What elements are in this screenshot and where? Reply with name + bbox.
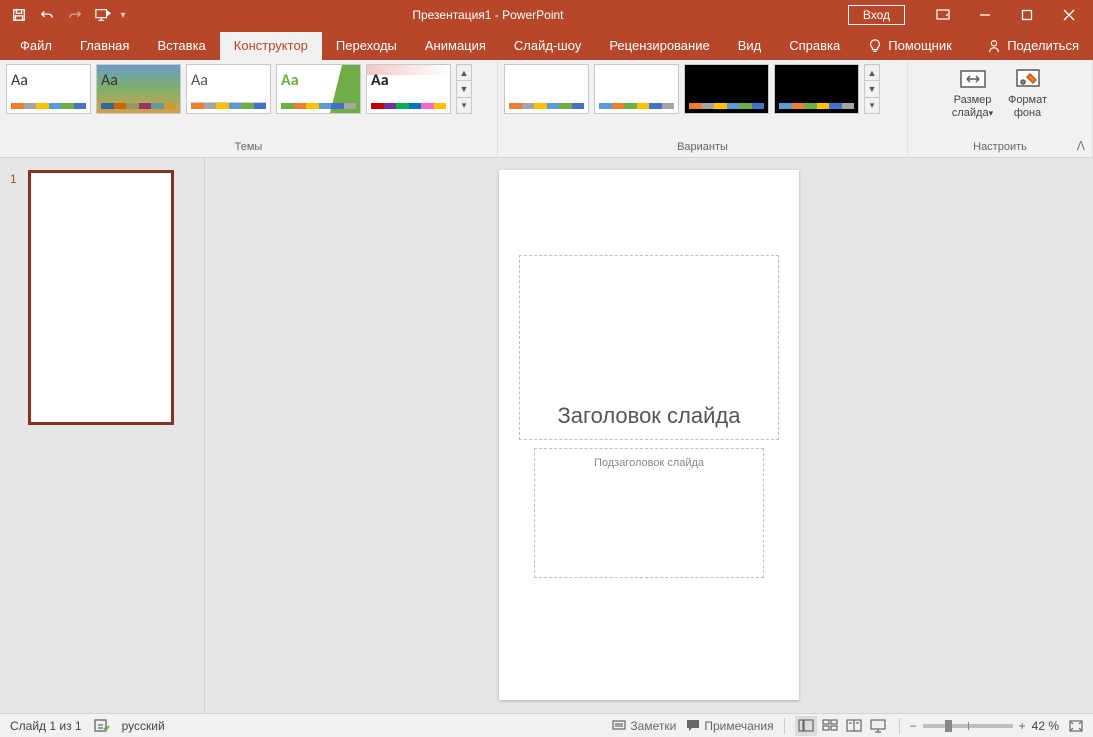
tab-slideshow[interactable]: Слайд-шоу [500, 32, 595, 60]
zoom-in-icon[interactable]: + [1019, 719, 1026, 733]
format-background-button[interactable]: Формат фона [1003, 64, 1053, 119]
qat-customize-icon[interactable]: ▾ [118, 10, 128, 21]
theme-thumb-3[interactable]: Aa [186, 64, 271, 114]
slide-sorter-view-icon[interactable] [819, 716, 841, 736]
spellcheck-icon[interactable] [94, 718, 110, 734]
thumbnail-slide-1[interactable] [28, 170, 174, 425]
lightbulb-icon [868, 39, 882, 53]
share-label: Поделиться [1007, 38, 1079, 53]
quick-access-toolbar: ▾ [0, 2, 128, 28]
tab-home[interactable]: Главная [66, 32, 143, 60]
slide-size-icon [959, 68, 987, 90]
variant-thumb-1[interactable] [504, 64, 589, 114]
themes-more[interactable]: ▲▼▾ [456, 64, 472, 114]
themes-group-label: Темы [6, 139, 491, 155]
variant-thumb-3[interactable] [684, 64, 769, 114]
thumbnail-number: 1 [10, 170, 28, 425]
zoom-out-icon[interactable]: − [910, 719, 917, 733]
window-title: Презентация1 - PowerPoint [128, 8, 848, 22]
language-indicator[interactable]: русский [122, 719, 165, 733]
thumbnail-row[interactable]: 1 [0, 170, 204, 425]
scroll-up-icon[interactable]: ▲ [865, 65, 879, 81]
normal-view-icon[interactable] [795, 716, 817, 736]
slide-size-button[interactable]: Размер слайда▾ [948, 64, 998, 119]
view-buttons [795, 716, 889, 736]
scroll-down-icon[interactable]: ▼ [457, 81, 471, 97]
comment-icon [686, 719, 700, 732]
zoom-slider-handle[interactable] [945, 720, 952, 732]
tab-animations[interactable]: Анимация [411, 32, 500, 60]
variants-group-label: Варианты [504, 139, 901, 155]
theme-thumb-2[interactable]: Aa [96, 64, 181, 114]
variants-more[interactable]: ▲▼▾ [864, 64, 880, 114]
undo-icon[interactable] [34, 2, 60, 28]
start-from-beginning-icon[interactable] [90, 2, 116, 28]
zoom-slider-track[interactable] [923, 724, 1013, 728]
tell-me-label: Помощник [888, 38, 952, 53]
work-area: 1 Заголовок слайда Подзаголовок слайда [0, 158, 1093, 713]
format-bg-icon [1015, 68, 1041, 90]
share-button[interactable]: Поделиться [973, 32, 1093, 60]
title-placeholder[interactable]: Заголовок слайда [519, 255, 779, 440]
theme-thumb-4[interactable]: Aa [276, 64, 361, 114]
tab-insert[interactable]: Вставка [143, 32, 219, 60]
subtitle-placeholder[interactable]: Подзаголовок слайда [534, 448, 764, 578]
reading-view-icon[interactable] [843, 716, 865, 736]
variant-thumb-2[interactable] [594, 64, 679, 114]
group-configure: Размер слайда▾ Формат фона Настроить [908, 60, 1093, 157]
comments-button[interactable]: Примечания [686, 719, 773, 733]
tab-design[interactable]: Конструктор [220, 32, 322, 60]
group-variants: ▲▼▾ Варианты [498, 60, 908, 157]
theme-thumb-1[interactable]: Aa [6, 64, 91, 114]
notes-button[interactable]: Заметки [612, 719, 676, 733]
maximize-icon[interactable] [1007, 0, 1047, 30]
slide-canvas-area[interactable]: Заголовок слайда Подзаголовок слайда [205, 158, 1093, 713]
theme-thumb-5[interactable]: Aa [366, 64, 451, 114]
tab-review[interactable]: Рецензирование [595, 32, 723, 60]
slide-thumbnails-pane[interactable]: 1 [0, 158, 205, 713]
ribbon-display-options-icon[interactable] [923, 0, 963, 30]
scroll-down-icon[interactable]: ▼ [865, 81, 879, 97]
fit-to-window-icon[interactable] [1069, 720, 1083, 732]
expand-icon[interactable]: ▾ [865, 98, 879, 113]
minimize-icon[interactable] [965, 0, 1005, 30]
redo-icon[interactable] [62, 2, 88, 28]
zoom-control: − + 42 % [910, 719, 1059, 733]
ribbon-body: Aa Aa Aa Aa Aa ▲▼▾ [0, 60, 1093, 158]
slideshow-view-icon[interactable] [867, 716, 889, 736]
group-themes: Aa Aa Aa Aa Aa ▲▼▾ [0, 60, 498, 157]
tell-me[interactable]: Помощник [854, 32, 966, 60]
zoom-level[interactable]: 42 % [1032, 719, 1059, 733]
status-bar: Слайд 1 из 1 русский Заметки Примечания … [0, 713, 1093, 737]
tab-transitions[interactable]: Переходы [322, 32, 411, 60]
variant-thumb-4[interactable] [774, 64, 859, 114]
slide[interactable]: Заголовок слайда Подзаголовок слайда [499, 170, 799, 700]
close-icon[interactable] [1049, 0, 1089, 30]
save-icon[interactable] [6, 2, 32, 28]
tab-file[interactable]: Файл [6, 32, 66, 60]
window-controls: Вход [848, 0, 1093, 30]
configure-group-label: Настроить [914, 139, 1086, 155]
login-button[interactable]: Вход [848, 5, 905, 25]
person-icon [987, 39, 1001, 53]
notes-icon [612, 720, 626, 732]
tab-view[interactable]: Вид [724, 32, 776, 60]
title-bar: ▾ Презентация1 - PowerPoint Вход [0, 0, 1093, 30]
expand-icon[interactable]: ▾ [457, 98, 471, 113]
collapse-ribbon-icon[interactable]: ᐱ [1077, 139, 1085, 153]
tab-help[interactable]: Справка [775, 32, 854, 60]
ribbon-tabs: Файл Главная Вставка Конструктор Переход… [0, 30, 1093, 60]
scroll-up-icon[interactable]: ▲ [457, 65, 471, 81]
slide-counter[interactable]: Слайд 1 из 1 [10, 719, 82, 733]
